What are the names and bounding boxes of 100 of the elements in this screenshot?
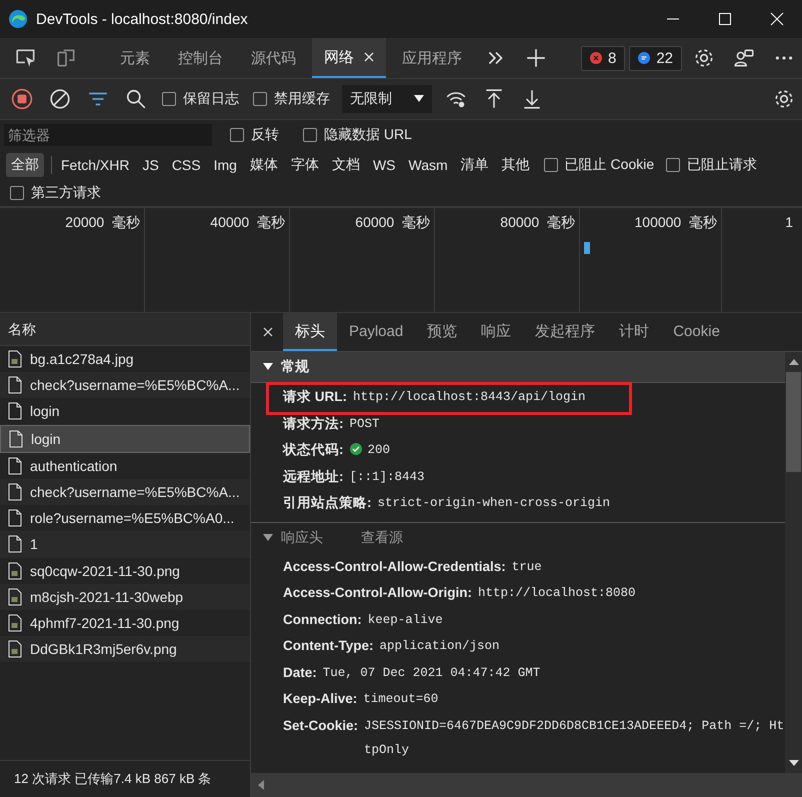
scroll-thumb[interactable] <box>786 372 801 472</box>
time-tick-label: 80000 毫秒 <box>500 214 575 232</box>
section-header[interactable]: 常规 <box>251 352 785 383</box>
image-file-icon <box>8 614 22 632</box>
scroll-left-icon[interactable] <box>257 780 265 790</box>
time-tick-label: 20000 毫秒 <box>65 214 140 232</box>
request-row[interactable]: sq0cqw-2021-11-30.png <box>0 558 250 584</box>
clear-icon[interactable] <box>49 88 71 110</box>
caret-icon <box>414 95 424 103</box>
time-tick-label: 1 <box>785 214 793 230</box>
header-name: 请求方法: <box>283 414 344 432</box>
panel-tab[interactable]: 应用程序 <box>390 38 474 78</box>
header-value: keep-alive <box>368 612 443 628</box>
inspect-icon[interactable] <box>15 47 37 69</box>
detail-tab[interactable]: Payload <box>337 313 416 351</box>
checkbox-option[interactable]: 保留日志 <box>162 90 239 108</box>
request-row[interactable]: 1 <box>0 531 250 558</box>
detail-tab[interactable]: Cookie <box>661 313 732 351</box>
panel-tab[interactable]: 源代码 <box>239 38 308 78</box>
request-row[interactable]: bg.a1c278a4.jpg <box>0 346 250 372</box>
filter-field[interactable]: 筛选器 <box>4 124 212 146</box>
request-row[interactable]: login <box>0 398 250 425</box>
type-filter[interactable]: Wasm <box>404 154 453 176</box>
header-name: Content-Type: <box>283 637 374 655</box>
file-icon <box>8 456 22 475</box>
type-filter[interactable]: WS <box>368 154 401 176</box>
detail-tab[interactable]: 计时 <box>607 313 662 351</box>
panel-tab[interactable]: 控制台 <box>166 38 235 78</box>
request-row[interactable]: check?username=%E5%BC%A... <box>0 372 250 398</box>
add-icon[interactable] <box>525 47 547 69</box>
request-row[interactable]: authentication <box>0 452 250 479</box>
header-name: Keep-Alive: <box>283 690 358 708</box>
request-row[interactable]: check?username=%E5%BC%A... <box>0 478 250 506</box>
checkbox-option[interactable]: 已阻止请求 <box>666 156 758 174</box>
error-count-badge[interactable]: 8 <box>580 46 626 70</box>
checkbox-option[interactable]: 反转 <box>230 126 279 144</box>
header-name: 请求 URL: <box>283 388 347 406</box>
scroll-down-icon[interactable] <box>788 759 798 767</box>
scroll-up-icon[interactable] <box>788 358 798 366</box>
header-name: Access-Control-Allow-Origin: <box>283 584 472 602</box>
type-filter[interactable]: 其他 <box>496 153 535 177</box>
throttling-dropdown[interactable]: 无限制 <box>342 85 432 113</box>
detail-tab[interactable]: 标头 <box>283 313 337 351</box>
panel-tab[interactable]: 网络 <box>312 38 386 78</box>
stop-recording-icon[interactable] <box>11 88 33 110</box>
type-filter[interactable]: 全部 <box>6 153 44 177</box>
file-icon <box>8 509 22 528</box>
close-icon[interactable] <box>263 327 273 337</box>
maximize-icon[interactable] <box>718 12 732 26</box>
detail-tab[interactable]: 发起程序 <box>523 313 608 351</box>
detail-tab[interactable]: 预览 <box>415 313 470 351</box>
file-icon <box>8 402 22 420</box>
type-filter[interactable]: Fetch/XHR <box>56 154 134 176</box>
header-value: timeout=60 <box>363 691 438 708</box>
message-icon <box>638 52 650 64</box>
header-value: Tue, 07 Dec 2021 04:47:42 GMT <box>322 664 540 682</box>
image-file-icon <box>8 562 22 580</box>
header-value: http://localhost:8080 <box>478 585 636 602</box>
header-value: 200 <box>368 442 390 459</box>
type-filter[interactable]: 媒体 <box>244 153 283 177</box>
type-filter[interactable]: Img <box>208 154 242 176</box>
header-value: true <box>512 558 542 576</box>
vertical-scrollbar[interactable] <box>785 352 802 773</box>
header-value: strict-origin-when-cross-origin <box>378 495 610 512</box>
column-header[interactable]: 名称 <box>0 313 250 346</box>
device-icon[interactable] <box>55 47 77 69</box>
type-filter[interactable]: JS <box>137 154 164 176</box>
request-row[interactable]: m8cjsh-2021-11-30webp <box>0 584 250 610</box>
request-row[interactable]: role?username=%E5%BC%A0... <box>0 505 250 532</box>
header-value: [::1]:8443 <box>350 468 425 486</box>
type-filter[interactable]: 字体 <box>286 153 324 177</box>
request-row[interactable]: 4phmf7-2021-11-30.png <box>0 610 250 636</box>
checkbox-option[interactable]: 禁用缓存 <box>253 90 330 108</box>
panel-tab[interactable]: 元素 <box>108 38 162 78</box>
search-icon[interactable] <box>125 88 147 110</box>
detail-tab[interactable]: 响应 <box>469 313 524 351</box>
checkbox-option[interactable]: 已阻止 Cookie <box>544 156 654 174</box>
message-count: 22 <box>656 50 673 66</box>
header-name: Connection: <box>283 610 362 628</box>
header-name: Access-Control-Allow-Credentials: <box>283 558 506 576</box>
settings-icon[interactable] <box>693 47 715 69</box>
checkbox-option[interactable]: 第三方请求 <box>10 184 101 202</box>
time-tick-label: 60000 毫秒 <box>355 214 430 232</box>
message-count-badge[interactable]: 22 <box>629 46 682 70</box>
checkbox-option[interactable]: 隐藏数据 URL <box>303 126 412 144</box>
type-filter[interactable]: 文档 <box>326 153 365 177</box>
browser-logo-icon <box>8 9 28 29</box>
section-header[interactable]: 响应头 查看源 <box>251 522 785 552</box>
request-bar <box>584 242 590 254</box>
horizontal-scrollbar[interactable] <box>251 773 802 797</box>
request-row[interactable]: DdGBk1R3mj5er6v.png <box>0 636 250 662</box>
request-row[interactable]: login <box>0 424 250 453</box>
settings-icon[interactable] <box>773 88 795 110</box>
image-file-icon <box>8 350 22 368</box>
close-tab-icon[interactable] <box>364 52 374 62</box>
view-source-link[interactable]: 查看源 <box>361 528 403 546</box>
image-file-icon <box>8 640 22 658</box>
people-icon[interactable] <box>733 47 755 69</box>
type-filter[interactable]: CSS <box>166 154 206 176</box>
type-filter[interactable]: 清单 <box>456 153 494 177</box>
